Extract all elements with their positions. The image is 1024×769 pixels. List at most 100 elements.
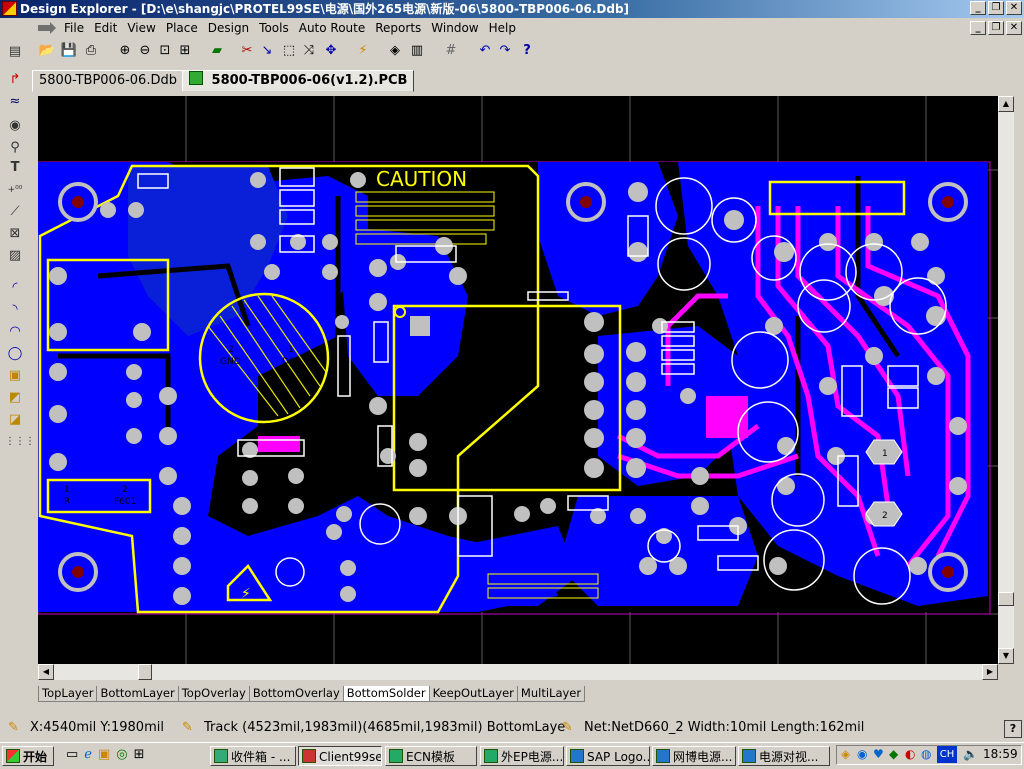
taskbar-item[interactable]: 网博电源... bbox=[652, 746, 736, 766]
arc-edge-icon[interactable]: ◝ bbox=[5, 300, 25, 320]
menu-design[interactable]: Design bbox=[208, 21, 249, 35]
tray-icon[interactable]: ◈ bbox=[841, 747, 850, 761]
menu-tools[interactable]: Tools bbox=[259, 21, 289, 35]
vertical-scroll-thumb[interactable] bbox=[998, 592, 1014, 606]
zoom-in-icon[interactable]: ⊕ bbox=[116, 42, 134, 60]
outlook-icon[interactable]: ◎ bbox=[116, 747, 127, 765]
pcb-canvas[interactable]: CAUTION 2 GND 1 D60 1 R 2 F601 1 2 ⚡ bbox=[38, 96, 998, 664]
menu-view[interactable]: View bbox=[127, 21, 155, 35]
menu-file[interactable]: File bbox=[64, 21, 84, 35]
help-icon[interactable]: ? bbox=[1004, 720, 1022, 738]
tab-ddb[interactable]: 5800-TBP006-06.Ddb bbox=[32, 70, 184, 92]
menu-window[interactable]: Window bbox=[431, 21, 478, 35]
menu-reports[interactable]: Reports bbox=[375, 21, 421, 35]
doc-restore-button[interactable]: ❐ bbox=[988, 21, 1004, 35]
taskbar-item[interactable]: 收件箱 - ... bbox=[210, 746, 296, 766]
tab-pcb[interactable]: 5800-TBP006-06(v1.2).PCB bbox=[182, 70, 415, 92]
folder-icon[interactable]: ▣ bbox=[98, 747, 110, 765]
component-icon[interactable]: ▥ bbox=[408, 42, 426, 60]
layer-tab-multilayer[interactable]: MultiLayer bbox=[516, 686, 586, 702]
app-icon[interactable] bbox=[2, 1, 17, 16]
pcb-drawing[interactable]: CAUTION 2 GND 1 D60 1 R 2 F601 1 2 ⚡ bbox=[38, 96, 998, 664]
scroll-down-arrow-icon[interactable]: ▼ bbox=[998, 648, 1014, 664]
place-string-icon[interactable]: T bbox=[5, 158, 25, 178]
place-component-icon[interactable]: ⊠ bbox=[5, 224, 25, 244]
close-button[interactable]: ✕ bbox=[1006, 1, 1022, 15]
design-manager-icon[interactable]: ▤ bbox=[5, 42, 25, 62]
tray-icon[interactable]: ◐ bbox=[905, 747, 915, 761]
layer-tab-toplayer[interactable]: TopLayer bbox=[38, 686, 98, 702]
undo-icon[interactable]: ↶ bbox=[476, 42, 494, 60]
app-icon[interactable]: ⊞ bbox=[134, 747, 145, 765]
place-line-icon[interactable]: ≈ bbox=[5, 92, 25, 112]
menu-auto-route[interactable]: Auto Route bbox=[299, 21, 366, 35]
deselect-icon[interactable]: ⤨ bbox=[300, 42, 318, 60]
scroll-left-arrow-icon[interactable]: ◀ bbox=[38, 664, 54, 680]
word-icon bbox=[742, 749, 756, 763]
interactive-route-icon[interactable]: ⚡ bbox=[354, 42, 372, 60]
3d-view-icon[interactable]: ▰ bbox=[208, 42, 226, 60]
place-pad-icon[interactable]: ◉ bbox=[5, 116, 25, 136]
scroll-up-arrow-icon[interactable]: ▲ bbox=[998, 96, 1014, 112]
minimize-button[interactable]: _ bbox=[970, 1, 986, 15]
array-paste-icon[interactable]: ⋮⋮⋮ bbox=[5, 432, 35, 452]
ie-icon[interactable]: ℯ bbox=[84, 747, 92, 765]
move-icon[interactable]: ✥ bbox=[322, 42, 340, 60]
language-indicator[interactable]: CH bbox=[937, 746, 957, 763]
grid-icon[interactable]: # bbox=[442, 42, 460, 60]
taskbar-item[interactable]: Client99se bbox=[298, 746, 382, 766]
horizontal-scroll-thumb[interactable] bbox=[138, 664, 152, 680]
taskbar-item[interactable]: ECN模板 bbox=[385, 746, 477, 766]
taskbar-item[interactable]: 电源对视... bbox=[738, 746, 830, 766]
help-icon[interactable]: ? bbox=[518, 42, 536, 60]
keepout-icon[interactable]: ◪ bbox=[5, 410, 25, 430]
scroll-right-arrow-icon[interactable]: ▶ bbox=[982, 664, 998, 680]
volume-icon[interactable]: 🔈 bbox=[963, 747, 978, 761]
zoom-fit-icon[interactable]: ⊡ bbox=[156, 42, 174, 60]
taskbar-item[interactable]: 外EP电源... bbox=[480, 746, 564, 766]
cut-icon[interactable]: ✂ bbox=[238, 42, 256, 60]
folder-open-icon[interactable]: 📂 bbox=[38, 42, 56, 60]
doc-menu-icon[interactable] bbox=[36, 21, 58, 35]
place-track-icon[interactable]: ↱ bbox=[5, 70, 25, 90]
title-bar[interactable]: Design Explorer - [D:\e\shangjc\PROTEL99… bbox=[0, 0, 1024, 18]
layer-tab-topoverlay[interactable]: TopOverlay bbox=[177, 686, 250, 702]
doc-close-button[interactable]: ✕ bbox=[1006, 21, 1022, 35]
split-plane-icon[interactable]: ◩ bbox=[5, 388, 25, 408]
maximize-button[interactable]: ❐ bbox=[988, 1, 1004, 15]
desktop-icon[interactable]: ▭ bbox=[66, 747, 78, 765]
vertical-scrollbar[interactable]: ▲ ▼ bbox=[998, 96, 1014, 664]
redo-icon[interactable]: ↷ bbox=[496, 42, 514, 60]
zoom-out-icon[interactable]: ⊖ bbox=[136, 42, 154, 60]
pad-label: 2 bbox=[122, 485, 128, 495]
place-via-icon[interactable]: ⚲ bbox=[5, 138, 25, 158]
place-dimension-icon[interactable]: ⟋ bbox=[5, 202, 25, 222]
arc-center-icon[interactable]: ◜ bbox=[5, 278, 25, 298]
horizontal-scrollbar[interactable]: ◀ ▶ bbox=[38, 664, 998, 680]
tray-icon[interactable]: ◍ bbox=[921, 747, 931, 761]
tray-icon[interactable]: ◆ bbox=[889, 747, 898, 761]
polygon-plane-icon[interactable]: ▣ bbox=[5, 366, 25, 386]
print-icon[interactable]: ⎙ bbox=[82, 42, 100, 60]
place-fill-icon[interactable]: ▨ bbox=[5, 246, 25, 266]
menu-help[interactable]: Help bbox=[489, 21, 516, 35]
doc-minimize-button[interactable]: _ bbox=[970, 21, 986, 35]
save-icon[interactable]: 💾 bbox=[60, 42, 78, 60]
place-coordinate-icon[interactable]: +⁰⁰ bbox=[5, 180, 25, 200]
start-button[interactable]: 开始 bbox=[2, 746, 54, 766]
menu-place[interactable]: Place bbox=[166, 21, 198, 35]
layer-tab-keepoutlayer[interactable]: KeepOutLayer bbox=[428, 686, 518, 702]
arc-any-icon[interactable]: ◠ bbox=[5, 322, 25, 342]
taskbar-item[interactable]: SAP Logo... bbox=[566, 746, 650, 766]
layer-stack-icon[interactable]: ◈ bbox=[386, 42, 404, 60]
layer-tab-bottomoverlay[interactable]: BottomOverlay bbox=[248, 686, 344, 702]
full-circle-icon[interactable]: ◯ bbox=[5, 344, 25, 364]
tray-icon[interactable]: ◉ bbox=[857, 747, 867, 761]
tray-icon[interactable]: ♥ bbox=[873, 747, 884, 761]
layer-tab-bottomsolder[interactable]: BottomSolder bbox=[342, 686, 430, 702]
zoom-area-icon[interactable]: ⊞ bbox=[176, 42, 194, 60]
menu-edit[interactable]: Edit bbox=[94, 21, 117, 35]
layer-tab-bottomlayer[interactable]: BottomLayer bbox=[96, 686, 179, 702]
route-icon[interactable]: ↘ bbox=[258, 42, 276, 60]
select-area-icon[interactable]: ⬚ bbox=[280, 42, 298, 60]
